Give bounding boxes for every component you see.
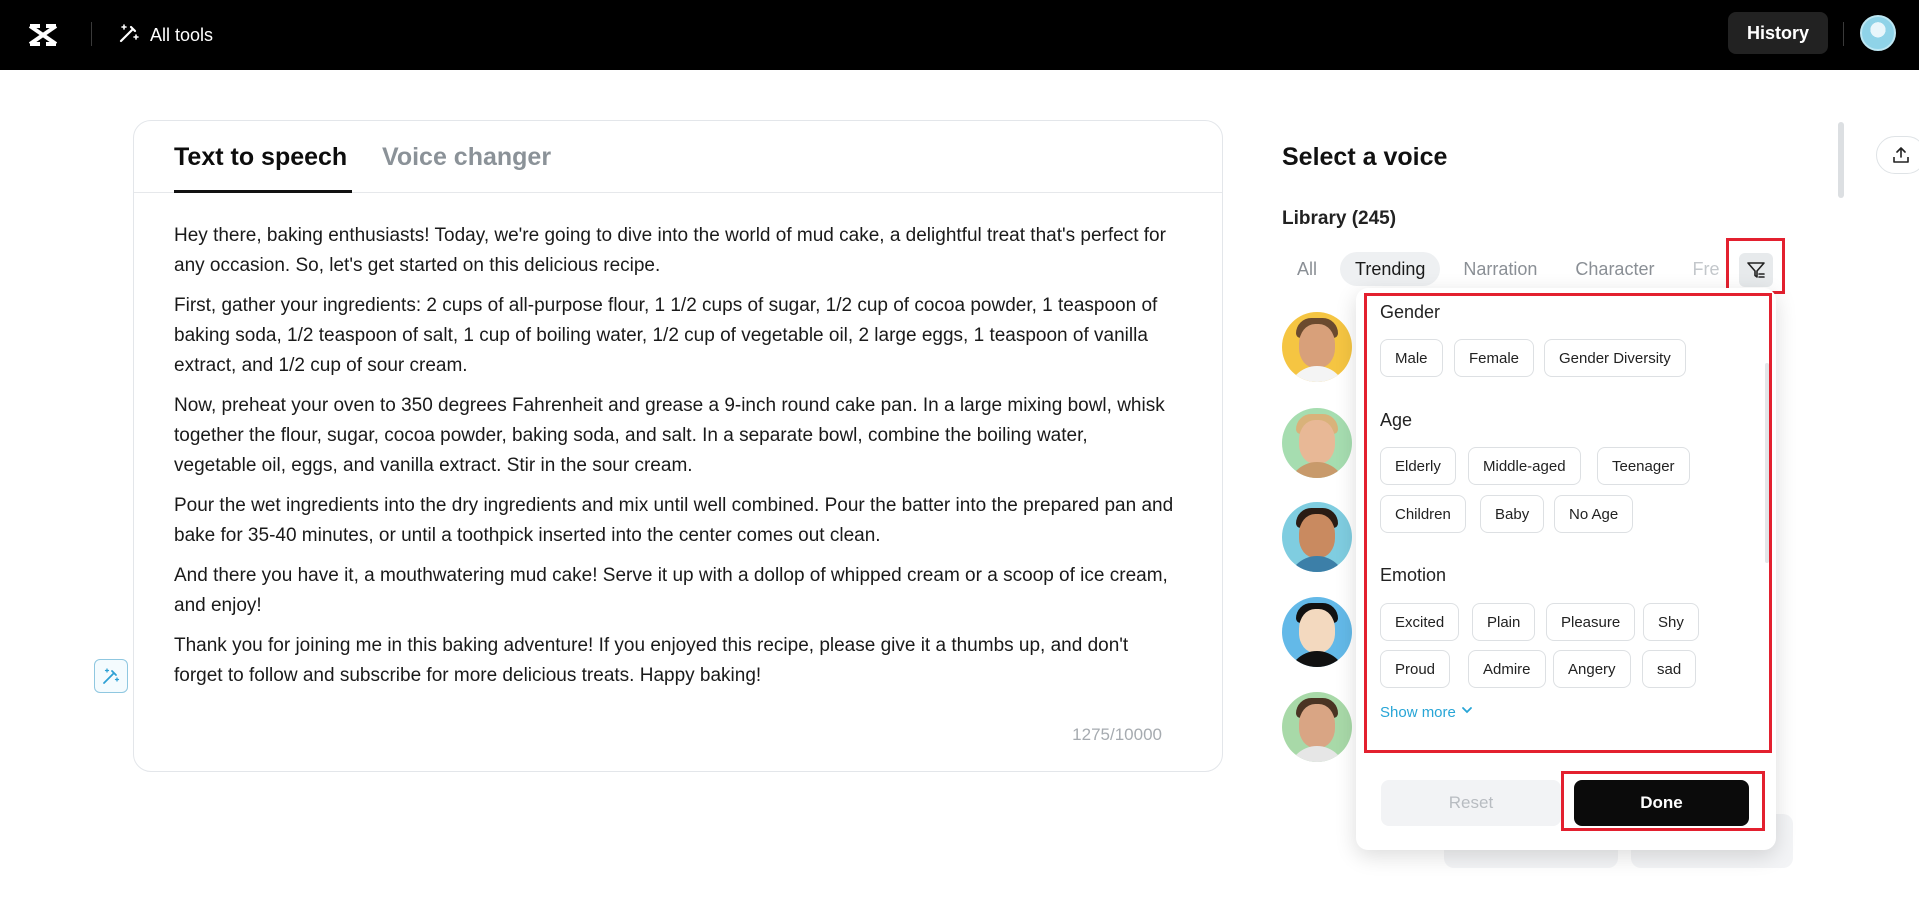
- paragraph: And there you have it, a mouthwatering m…: [174, 565, 1168, 616]
- script-text-area[interactable]: Hey there, baking enthusiasts! Today, we…: [174, 221, 1174, 701]
- filter-trending[interactable]: Trending: [1340, 252, 1441, 286]
- voice-category-filters: All Trending Narration Character Fre: [1282, 250, 1742, 288]
- voice-avatar[interactable]: [1282, 502, 1352, 572]
- character-counter: 1275/10000: [1072, 725, 1162, 744]
- paragraph: Pour the wet ingredients into the dry in…: [174, 495, 1174, 546]
- tab-text-to-speech[interactable]: Text to speech: [174, 143, 347, 172]
- paragraph: First, gather your ingredients: 2 cups o…: [174, 295, 1158, 376]
- filter-all[interactable]: All: [1282, 252, 1332, 286]
- reset-button[interactable]: Reset: [1381, 780, 1561, 826]
- voice-avatar[interactable]: [1282, 408, 1352, 478]
- all-tools-button[interactable]: All tools: [118, 20, 213, 50]
- highlight-filter-options: [1364, 293, 1772, 753]
- face-shape: [1299, 324, 1335, 368]
- paragraph: Hey there, baking enthusiasts! Today, we…: [174, 225, 1166, 276]
- body-shape: [1288, 462, 1346, 478]
- select-voice-title: Select a voice: [1282, 143, 1448, 171]
- library-count: Library (245): [1282, 208, 1397, 229]
- voice-avatar[interactable]: [1282, 692, 1352, 762]
- face-shape: [1299, 609, 1335, 653]
- panel-scrollbar[interactable]: [1838, 122, 1844, 198]
- body-shape: [1288, 651, 1346, 667]
- voice-avatar[interactable]: [1282, 312, 1352, 382]
- topbar-divider: [91, 22, 92, 46]
- history-button[interactable]: History: [1728, 12, 1828, 54]
- body-shape: [1288, 746, 1346, 762]
- mode-tabs: Text to speech Voice changer: [134, 121, 1222, 193]
- topbar-divider: [1843, 22, 1844, 46]
- top-bar: All tools History: [0, 0, 1919, 70]
- export-icon[interactable]: [1876, 136, 1919, 174]
- paragraph: Thank you for joining me in this baking …: [174, 635, 1129, 686]
- filter-character[interactable]: Character: [1560, 252, 1669, 286]
- filter-narration[interactable]: Narration: [1448, 252, 1552, 286]
- highlight-filter-button: [1726, 238, 1785, 294]
- paragraph: Now, preheat your oven to 350 degrees Fa…: [174, 395, 1165, 476]
- user-avatar[interactable]: [1860, 15, 1896, 51]
- face-shape: [1299, 514, 1335, 558]
- voice-avatar[interactable]: [1282, 597, 1352, 667]
- all-tools-label: All tools: [150, 24, 214, 45]
- capcut-logo-icon[interactable]: [26, 18, 60, 52]
- body-shape: [1288, 366, 1346, 382]
- active-tab-indicator: [174, 190, 352, 193]
- face-shape: [1299, 420, 1335, 464]
- ai-rewrite-icon[interactable]: [94, 659, 128, 693]
- face-shape: [1299, 704, 1335, 748]
- text-editor-card: Text to speech Voice changer Hey there, …: [133, 120, 1223, 772]
- body-shape: [1288, 556, 1346, 572]
- magic-wand-icon: [118, 22, 140, 49]
- tab-voice-changer[interactable]: Voice changer: [382, 143, 551, 172]
- highlight-done-button: [1561, 771, 1765, 831]
